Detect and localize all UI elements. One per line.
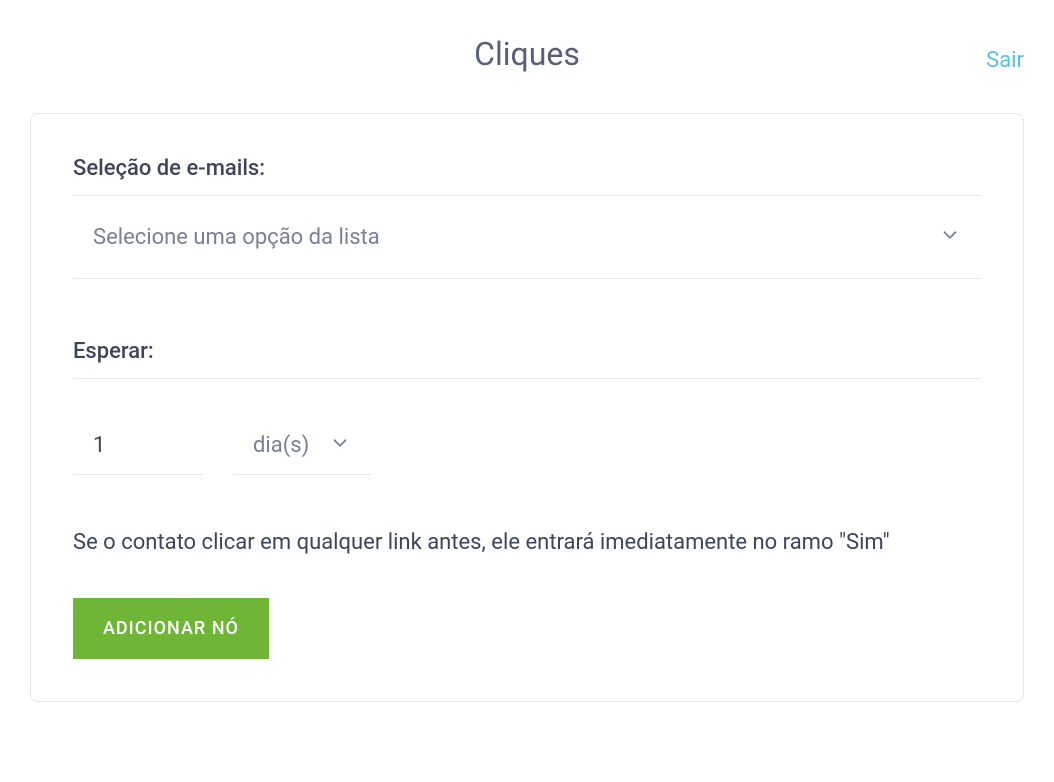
- chevron-down-icon: [939, 224, 961, 250]
- email-selection-dropdown[interactable]: Selecione uma opção da lista: [73, 196, 981, 279]
- wait-unit-text: dia(s): [253, 433, 309, 458]
- add-node-button[interactable]: ADICIONAR NÓ: [73, 598, 269, 659]
- wait-controls: dia(s): [73, 424, 981, 475]
- dropdown-placeholder: Selecione uma opção da lista: [93, 225, 380, 250]
- wait-section: Esperar: dia(s): [73, 339, 981, 475]
- wait-label: Esperar:: [73, 339, 981, 379]
- wait-unit-select[interactable]: dia(s): [233, 424, 371, 475]
- email-selection-section: Seleção de e-mails: Selecione uma opção …: [73, 156, 981, 279]
- wait-value-input[interactable]: [73, 424, 203, 475]
- hint-text: Se o contato clicar em qualquer link ant…: [73, 525, 981, 560]
- exit-link[interactable]: Sair: [986, 48, 1024, 73]
- chevron-down-icon: [329, 432, 351, 458]
- modal-header: Cliques Sair: [0, 0, 1054, 93]
- email-selection-label: Seleção de e-mails:: [73, 156, 981, 196]
- page-title: Cliques: [30, 35, 1024, 73]
- form-card: Seleção de e-mails: Selecione uma opção …: [30, 113, 1024, 702]
